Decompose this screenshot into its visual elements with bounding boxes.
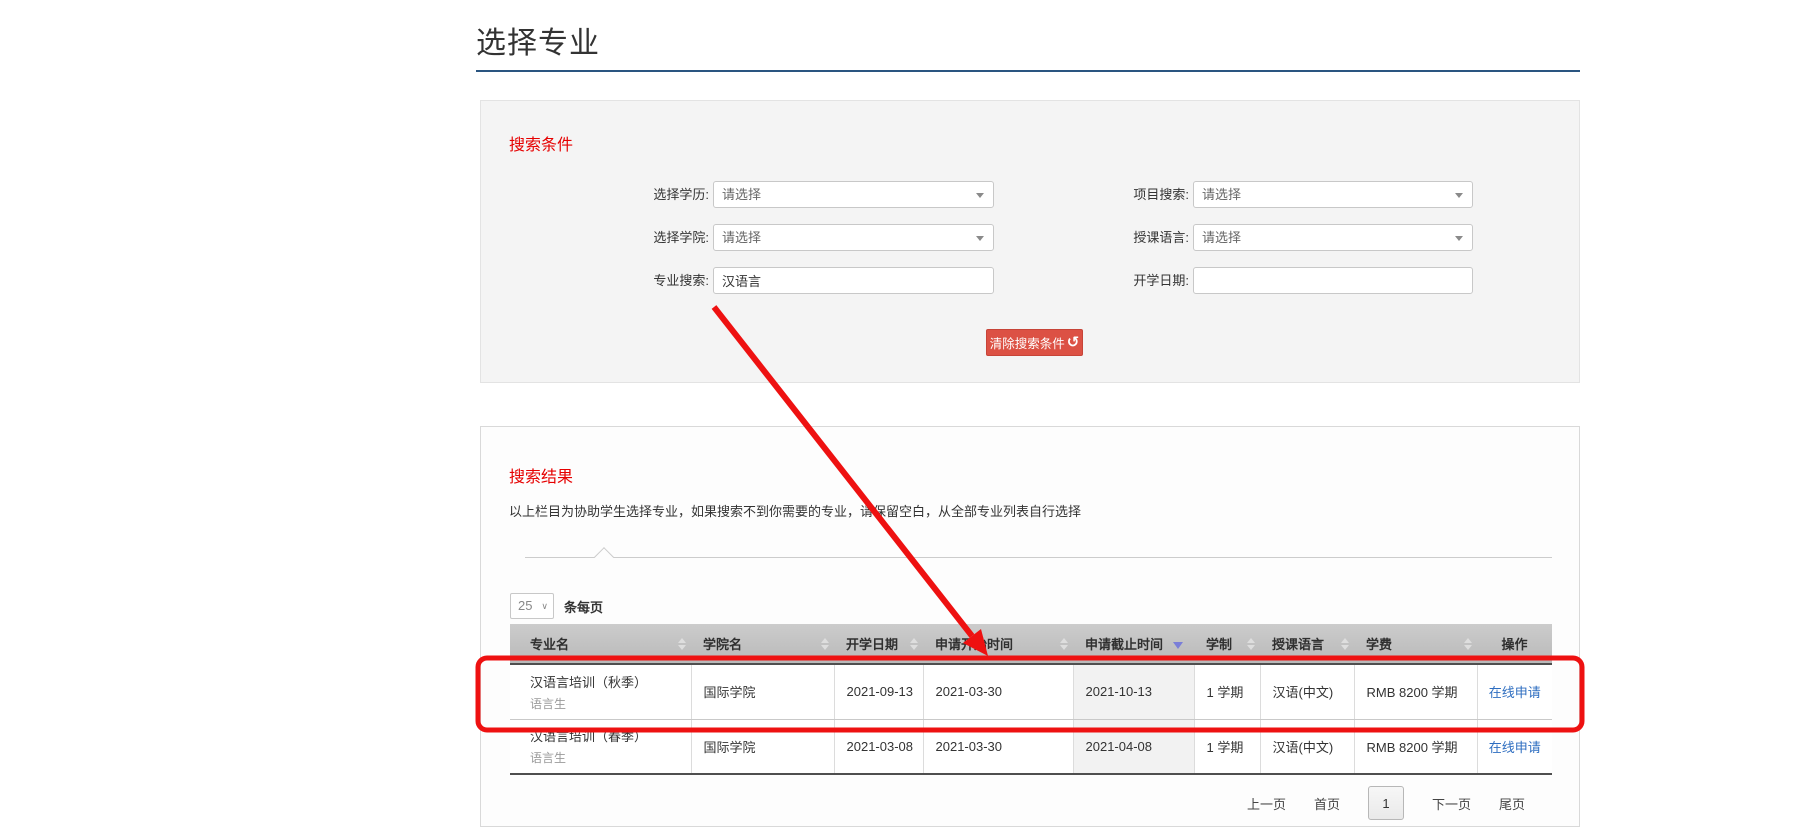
header-action-label: 操作 <box>1501 637 1527 652</box>
form-row-1: 选择学历: 请选择 项目搜索: 请选择 <box>481 181 1581 208</box>
cell-duration: 1 学期 <box>1194 664 1260 719</box>
results-divider <box>525 557 1552 558</box>
start-date-label: 开学日期: <box>961 267 1189 294</box>
student-type: 语言生 <box>530 695 691 712</box>
chevron-down-icon <box>1455 193 1463 198</box>
pagination-first[interactable]: 首页 <box>1314 794 1340 813</box>
college-label: 选择学院: <box>481 224 709 251</box>
pagination-prev[interactable]: 上一页 <box>1247 794 1286 813</box>
start-date-input[interactable] <box>1193 267 1473 294</box>
form-row-3: 专业搜索: 开学日期: <box>481 267 1581 294</box>
apply-online-link[interactable]: 在线申请 <box>1489 740 1541 755</box>
clear-search-button[interactable]: 清除搜索条件 ↺ <box>986 329 1083 356</box>
header-apply-start[interactable]: 申请开始时间 <box>923 624 1073 664</box>
student-type: 语言生 <box>530 749 691 766</box>
header-college[interactable]: 学院名 <box>691 624 834 664</box>
page-size-label: 条每页 <box>564 597 603 616</box>
header-start-date-label: 开学日期 <box>846 637 898 652</box>
header-language[interactable]: 授课语言 <box>1260 624 1354 664</box>
results-table: 专业名 学院名 开学日期 申请开始时间 <box>510 624 1552 775</box>
project-select-value: 请选择 <box>1202 187 1241 202</box>
major-search-input[interactable] <box>713 267 994 294</box>
cell-major: 汉语言培训（秋季） 语言生 <box>510 664 691 719</box>
cell-college: 国际学院 <box>691 719 834 774</box>
cell-apply-end: 2021-10-13 <box>1073 664 1194 719</box>
pagination: 上一页 首页 1 下一页 尾页 <box>1247 785 1525 821</box>
divider-notch <box>594 547 614 567</box>
language-select[interactable]: 请选择 <box>1193 224 1473 251</box>
header-start-date[interactable]: 开学日期 <box>834 624 923 664</box>
major-name: 汉语言培训（春季） <box>530 726 691 745</box>
degree-select-value: 请选择 <box>722 187 761 202</box>
degree-label: 选择学历: <box>481 181 709 208</box>
degree-select[interactable]: 请选择 <box>713 181 994 208</box>
page-size-select[interactable]: 25 ∨ <box>510 593 554 619</box>
header-apply-end-label: 申请截止时间 <box>1085 637 1163 652</box>
major-search-label: 专业搜索: <box>481 267 709 294</box>
header-action: 操作 <box>1477 624 1552 664</box>
table-row: 汉语言培训（春季） 语言生 国际学院 2021-03-08 2021-03-30… <box>510 719 1552 774</box>
header-apply-start-label: 申请开始时间 <box>935 637 1013 652</box>
table-header-row: 专业名 学院名 开学日期 申请开始时间 <box>510 624 1552 664</box>
cell-tuition: RMB 8200 学期 <box>1354 719 1477 774</box>
cell-start-date: 2021-03-08 <box>834 719 923 774</box>
sort-icon <box>910 638 918 650</box>
cell-language: 汉语(中文) <box>1260 719 1354 774</box>
page-title: 选择专业 <box>476 18 600 62</box>
sort-desc-icon <box>1173 642 1183 649</box>
clear-search-label: 清除搜索条件 <box>990 333 1065 352</box>
header-major[interactable]: 专业名 <box>510 624 691 664</box>
header-apply-end[interactable]: 申请截止时间 <box>1073 624 1194 664</box>
pagination-current-page[interactable]: 1 <box>1368 786 1404 820</box>
chevron-down-icon <box>1455 236 1463 241</box>
sort-icon <box>821 638 829 650</box>
table-row: 汉语言培训（秋季） 语言生 国际学院 2021-09-13 2021-03-30… <box>510 664 1552 719</box>
major-name: 汉语言培训（秋季） <box>530 672 691 691</box>
cell-action: 在线申请 <box>1477 664 1552 719</box>
search-results-panel: 搜索结果 以上栏目为协助学生选择专业，如果搜索不到你需要的专业，请保留空白，从全… <box>480 426 1580 827</box>
cell-tuition: RMB 8200 学期 <box>1354 664 1477 719</box>
page-size-control: 25 ∨ 条每页 <box>510 593 603 619</box>
pagination-last[interactable]: 尾页 <box>1499 794 1525 813</box>
cell-apply-end: 2021-04-08 <box>1073 719 1194 774</box>
cell-major: 汉语言培训（春季） 语言生 <box>510 719 691 774</box>
apply-online-link[interactable]: 在线申请 <box>1489 685 1541 700</box>
title-divider <box>476 70 1580 72</box>
cell-college: 国际学院 <box>691 664 834 719</box>
search-criteria-heading: 搜索条件 <box>509 131 573 155</box>
header-tuition-label: 学费 <box>1366 637 1392 652</box>
cell-apply-start: 2021-03-30 <box>923 719 1073 774</box>
sort-icon <box>1247 638 1255 650</box>
header-duration-label: 学制 <box>1206 637 1232 652</box>
page-size-value: 25 <box>518 598 532 613</box>
sort-icon <box>1464 638 1472 650</box>
project-select[interactable]: 请选择 <box>1193 181 1473 208</box>
form-row-2: 选择学院: 请选择 授课语言: 请选择 <box>481 224 1581 251</box>
sort-icon <box>1060 638 1068 650</box>
cell-duration: 1 学期 <box>1194 719 1260 774</box>
page: 选择专业 搜索条件 选择学历: 请选择 项目搜索: 请选择 选择学院: 请选择 … <box>0 0 1817 828</box>
sort-icon <box>1341 638 1349 650</box>
language-select-value: 请选择 <box>1202 230 1241 245</box>
project-label: 项目搜索: <box>961 181 1189 208</box>
search-results-heading: 搜索结果 <box>509 463 573 487</box>
cell-start-date: 2021-09-13 <box>834 664 923 719</box>
language-label: 授课语言: <box>961 224 1189 251</box>
results-hint-text: 以上栏目为协助学生选择专业，如果搜索不到你需要的专业，请保留空白，从全部专业列表… <box>509 501 1081 520</box>
pagination-next[interactable]: 下一页 <box>1432 794 1471 813</box>
refresh-icon: ↺ <box>1067 335 1080 350</box>
cell-language: 汉语(中文) <box>1260 664 1354 719</box>
chevron-down-icon: ∨ <box>541 594 548 618</box>
cell-action: 在线申请 <box>1477 719 1552 774</box>
sort-icon <box>678 638 686 650</box>
cell-apply-start: 2021-03-30 <box>923 664 1073 719</box>
header-language-label: 授课语言 <box>1272 637 1324 652</box>
college-select[interactable]: 请选择 <box>713 224 994 251</box>
search-criteria-panel: 搜索条件 选择学历: 请选择 项目搜索: 请选择 选择学院: 请选择 授课语言: <box>480 100 1580 383</box>
header-college-label: 学院名 <box>703 637 742 652</box>
header-duration[interactable]: 学制 <box>1194 624 1260 664</box>
college-select-value: 请选择 <box>722 230 761 245</box>
header-major-label: 专业名 <box>530 637 569 652</box>
header-tuition[interactable]: 学费 <box>1354 624 1477 664</box>
